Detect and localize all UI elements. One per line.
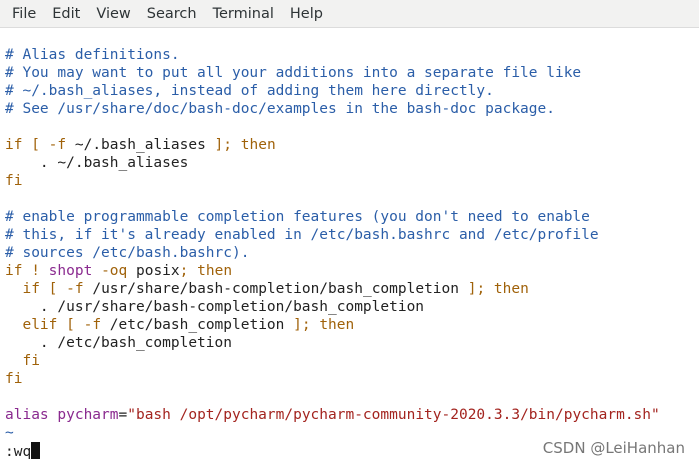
editor-line: ~ — [5, 425, 14, 441]
menu-bar: File Edit View Search Terminal Help — [0, 0, 699, 28]
editor-line: fi — [5, 371, 23, 387]
editor-line: . /etc/bash_completion — [5, 335, 232, 351]
editor-line: fi — [22, 353, 40, 369]
text-cursor — [31, 442, 41, 459]
editor-line: # ~/.bash_aliases, instead of adding the… — [5, 83, 494, 99]
editor-line: # Alias definitions. — [5, 47, 180, 63]
editor-line: # See /usr/share/doc/bash-doc/examples i… — [5, 101, 555, 117]
menu-view[interactable]: View — [88, 0, 138, 28]
command-text: :wq — [5, 444, 32, 460]
editor-line: if [ -f /usr/share/bash-completion/bash_… — [22, 281, 529, 297]
editor-line: if [ -f ~/.bash_aliases ]; then — [5, 137, 276, 153]
editor-line: alias pycharm="bash /opt/pycharm/pycharm… — [5, 407, 660, 423]
editor-line: elif [ -f /etc/bash_completion ]; then — [22, 317, 355, 333]
menu-help[interactable]: Help — [282, 0, 331, 28]
menu-terminal[interactable]: Terminal — [205, 0, 282, 28]
vim-editor[interactable]: # Alias definitions. # You may want to p… — [0, 28, 699, 462]
editor-line: fi — [5, 173, 23, 189]
editor-line: # sources /etc/bash.bashrc). — [5, 245, 250, 261]
terminal-window: File Edit View Search Terminal Help # Al… — [0, 0, 699, 462]
menu-search[interactable]: Search — [139, 0, 205, 28]
editor-line: # You may want to put all your additions… — [5, 65, 582, 81]
watermark: CSDN @LeiHanhan — [542, 439, 685, 457]
menu-file[interactable]: File — [4, 0, 44, 28]
editor-line: if ! shopt -oq posix; then — [5, 263, 233, 279]
editor-line: # enable programmable completion feature… — [5, 209, 590, 225]
editor-line: . ~/.bash_aliases — [5, 155, 189, 171]
editor-line: # this, if it's already enabled in /etc/… — [5, 227, 599, 243]
command-line[interactable]: :wq — [5, 442, 41, 460]
editor-line: . /usr/share/bash-completion/bash_comple… — [5, 299, 425, 315]
menu-edit[interactable]: Edit — [44, 0, 88, 28]
